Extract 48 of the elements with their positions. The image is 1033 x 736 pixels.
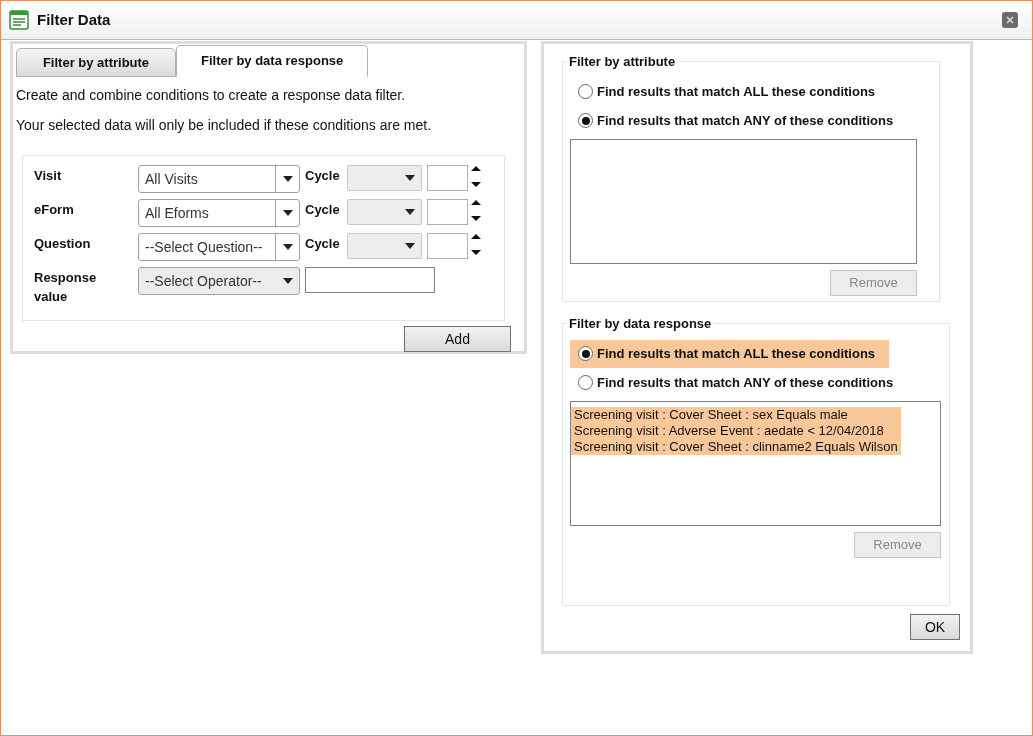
spinner-icon[interactable] (471, 199, 481, 223)
tab[interactable]: Filter by attribute (16, 48, 176, 77)
close-icon (1006, 16, 1014, 24)
field-label: Response value (34, 269, 98, 306)
radio-icon[interactable] (578, 346, 593, 361)
response-value-input[interactable] (305, 267, 435, 293)
field-label: Question (34, 235, 92, 253)
field-label: Visit (34, 167, 63, 185)
dropdown[interactable]: All Eforms (138, 199, 300, 227)
radio-option[interactable]: Find results that match ALL these conditions (570, 339, 890, 368)
condition-list[interactable] (570, 138, 917, 264)
dropdown[interactable]: All Visits (138, 165, 300, 193)
list-icon (9, 10, 29, 30)
caret-icon (405, 243, 415, 249)
cycle-label: Cycle (305, 201, 341, 219)
radio-icon[interactable] (578, 84, 593, 99)
intro-text: Your selected data will only be included if these conditions are met. (16, 116, 433, 135)
radio-icon[interactable] (578, 113, 593, 128)
cycle-input[interactable] (427, 199, 468, 225)
ok-button[interactable]: OK (910, 614, 960, 640)
cycle-label: Cycle (305, 167, 341, 185)
caret-icon (282, 210, 293, 216)
caret-icon (405, 175, 415, 181)
cycle-input[interactable] (427, 233, 468, 259)
intro-text: Create and combine conditions to create a response data filter. (16, 86, 407, 105)
dropdown[interactable]: --Select Question-- (138, 233, 300, 261)
caret-icon (405, 209, 415, 215)
cycle-input[interactable] (427, 165, 468, 191)
add-button[interactable]: Add (404, 326, 511, 352)
spinner-icon[interactable] (471, 233, 481, 257)
radio-option[interactable]: Find results that match ANY of these conditions (570, 106, 908, 135)
caret-icon (282, 176, 293, 182)
spinner-icon[interactable] (471, 165, 481, 189)
field-label: eForm (34, 201, 75, 219)
condition-list[interactable]: Screening visit : Cover Sheet : sex Equals male Screening visit : Adverse Event : aedate < 12/04/2018 Screening visit : Cover Sheet : clinname2 Equals Wilson (570, 400, 941, 526)
radio-icon[interactable] (578, 375, 593, 390)
group-title: Filter by data response (568, 315, 713, 333)
window-title: Filter Data (37, 9, 111, 30)
dropdown[interactable]: --Select Operator-- (138, 267, 300, 295)
tab[interactable]: Filter by data response (176, 45, 368, 77)
condition-item[interactable]: Screening visit : Cover Sheet : sex Equals male (571, 406, 901, 423)
close-button[interactable] (1002, 12, 1018, 28)
cycle-label: Cycle (305, 235, 341, 253)
caret-icon (283, 278, 293, 284)
group-title: Filter by attribute (568, 53, 677, 71)
radio-option[interactable]: Find results that match ANY of these conditions (570, 368, 908, 397)
caret-icon (282, 244, 293, 250)
radio-option[interactable]: Find results that match ALL these conditions (570, 77, 890, 106)
